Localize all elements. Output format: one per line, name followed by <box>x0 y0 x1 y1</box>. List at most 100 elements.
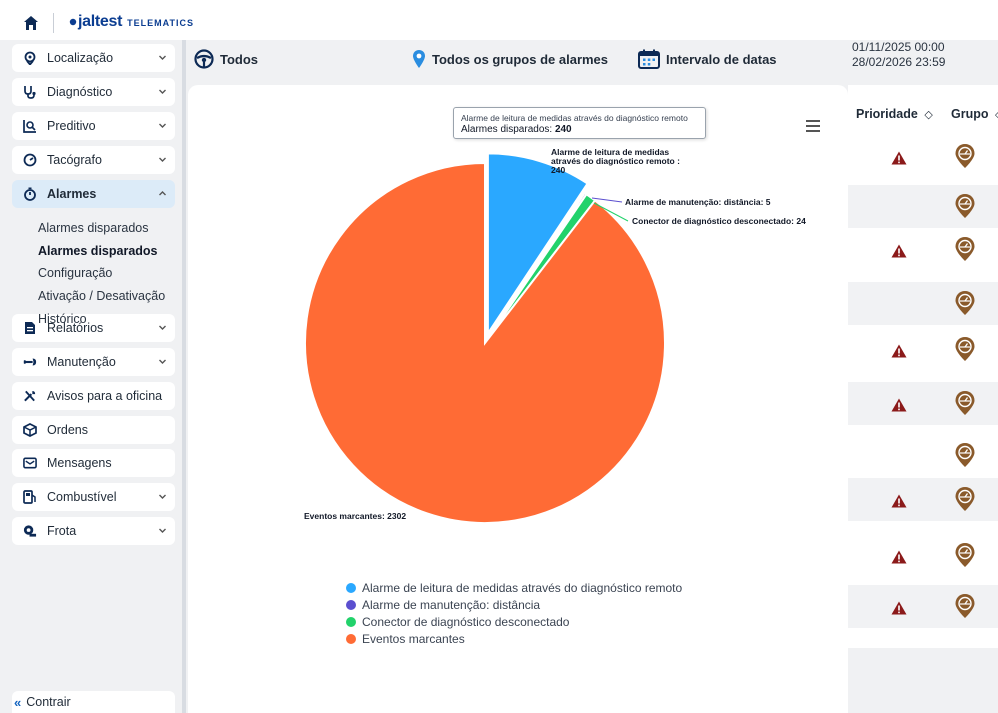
sidebar-item-label: Mensagens <box>47 456 112 470</box>
logo[interactable]: jaltest TELEMATICS <box>68 13 194 31</box>
chevron-down-icon <box>159 89 166 94</box>
sidebar-item-label: Diagnóstico <box>47 85 113 99</box>
gauge-pin-icon <box>955 443 975 467</box>
sidebar-item-1[interactable]: Diagnóstico <box>12 78 175 106</box>
fleet-icon <box>23 524 37 538</box>
chevron-down-icon <box>159 123 166 128</box>
alarm-submenu-item[interactable]: Configuração <box>38 266 112 280</box>
sidebar-divider <box>182 40 186 713</box>
tooltip-value-label: Alarmes disparados: <box>461 124 553 135</box>
stethoscope-icon <box>23 85 37 99</box>
priority-header-label: Prioridade <box>856 107 918 121</box>
date-range-label: Intervalo de datas <box>666 51 777 67</box>
sidebar-item-8[interactable]: Ordens <box>12 416 175 444</box>
sidebar-item-label: Combustível <box>47 490 117 504</box>
sidebar-item-10[interactable]: Combustível <box>12 483 175 511</box>
sidebar-item-4[interactable]: Alarmes <box>12 180 175 208</box>
collapse-label: Contrair <box>26 695 71 709</box>
chevron-down-icon <box>159 494 166 499</box>
alarm-submenu-item[interactable]: Alarmes disparados <box>38 244 158 258</box>
sidebar-item-5[interactable]: Relatórios <box>12 314 175 342</box>
tools-icon <box>23 389 37 403</box>
sidebar-item-3[interactable]: Tacógrafo <box>12 146 175 174</box>
chevron-down-icon <box>159 325 166 330</box>
chevron-down-icon <box>159 55 166 60</box>
sidebar-item-label: Tacógrafo <box>47 153 102 167</box>
vehicle-filter-label: Todos <box>220 51 259 67</box>
sidebar-item-6[interactable]: Manutenção <box>12 348 175 376</box>
alarm-submenu-item[interactable]: Histórico <box>38 312 87 326</box>
legend-item[interactable]: Eventos marcantes <box>346 630 682 647</box>
steering-wheel-icon <box>194 49 214 69</box>
alarm-group-filter-label: Todos os grupos de alarmes <box>432 51 609 67</box>
pie-slice-3[interactable] <box>304 161 666 524</box>
table-row[interactable] <box>848 228 998 271</box>
gauge-pin-icon <box>955 237 975 261</box>
legend-label: Eventos marcantes <box>362 631 465 646</box>
collapse-sidebar-button[interactable]: « Contrair <box>12 691 175 713</box>
legend-item[interactable]: Alarme de manutenção: distância <box>346 596 682 613</box>
fuel-icon <box>23 490 37 504</box>
date-range-values[interactable]: 01/11/2025 00:00 28/02/2026 23:59 <box>852 40 945 70</box>
legend-label: Alarme de leitura de medidas através do … <box>362 580 683 595</box>
table-row[interactable] <box>848 585 998 628</box>
tooltip-title: Alarme de leitura de medidas através do … <box>461 113 688 123</box>
table-row[interactable] <box>848 382 998 425</box>
legend-color-dot <box>346 616 356 627</box>
table-row[interactable] <box>848 434 998 477</box>
chart-legend: Alarme de leitura de medidas através do … <box>346 579 682 647</box>
pie-chart: Alarme de leitura de medidasatravés do d… <box>304 147 806 524</box>
location-icon <box>23 51 37 65</box>
date-from: 01/11/2025 00:00 <box>852 40 945 54</box>
table-row[interactable] <box>848 135 998 178</box>
date-range-filter[interactable]: Intervalo de datas <box>638 49 777 69</box>
date-to: 28/02/2026 23:59 <box>852 55 946 69</box>
table-row[interactable] <box>848 534 998 577</box>
table-row[interactable] <box>848 282 998 325</box>
alarm-submenu-item[interactable]: Ativação / Desativação <box>38 289 165 303</box>
gauge-pin-icon <box>955 543 975 567</box>
data-label: Conector de diagnóstico desconectado: 24 <box>632 216 806 226</box>
data-label: Alarme de manutenção: distância: 5 <box>625 197 771 207</box>
legend-color-dot <box>346 582 356 593</box>
sidebar-item-label: Frota <box>47 524 77 538</box>
home-icon[interactable] <box>23 15 39 31</box>
calendar-icon <box>638 49 660 69</box>
table-row[interactable] <box>848 478 998 521</box>
column-header-group[interactable]: Grupo ◇ <box>951 107 998 121</box>
sidebar-item-label: Localização <box>47 51 114 65</box>
legend-item[interactable]: Alarme de leitura de medidas através do … <box>346 579 682 596</box>
top-separator <box>53 13 54 33</box>
alarm-group-filter[interactable]: Todos os grupos de alarmes <box>412 49 608 69</box>
gauge-pin-icon <box>955 194 975 218</box>
sidebar-item-2[interactable]: Preditivo <box>12 112 175 140</box>
chart-card: Alarme de leitura de medidas através do d… <box>188 85 848 713</box>
legend-color-dot <box>346 599 356 610</box>
vehicle-filter[interactable]: Todos <box>194 49 258 69</box>
column-header-priority[interactable]: Prioridade ◇ <box>856 107 933 121</box>
sort-icon: ◇ <box>924 109 933 121</box>
double-chevron-left-icon: « <box>14 694 22 710</box>
data-label: 240 <box>551 165 565 175</box>
warning-icon <box>891 494 907 508</box>
gauge-pin-icon <box>955 144 975 168</box>
table-row[interactable] <box>848 185 998 228</box>
chevron-down-icon <box>159 528 166 533</box>
map-pin-icon <box>413 50 425 68</box>
sidebar-item-label: Alarmes <box>47 187 97 201</box>
sidebar-item-0[interactable]: Localização <box>12 44 175 72</box>
sidebar-item-label: Ordens <box>47 423 88 437</box>
tooltip-value: 240 <box>554 124 572 135</box>
table-row[interactable] <box>848 328 998 371</box>
alarm-submenu-item[interactable]: Alarmes disparados <box>38 221 148 235</box>
sidebar-item-7[interactable]: Avisos para a oficina <box>12 382 175 410</box>
legend-item[interactable]: Conector de diagnóstico desconectado <box>346 613 682 630</box>
sidebar-item-label: Manutenção <box>47 355 116 369</box>
legend-color-dot <box>346 633 356 644</box>
warning-icon <box>891 244 907 258</box>
sidebar-item-11[interactable]: Frota <box>12 517 175 545</box>
sidebar-item-9[interactable]: Mensagens <box>12 449 175 477</box>
chart-analytics-icon <box>23 119 37 133</box>
chart-menu-icon[interactable] <box>806 120 820 132</box>
alarm-table: Prioridade ◇ Grupo ◇ <box>848 85 998 648</box>
